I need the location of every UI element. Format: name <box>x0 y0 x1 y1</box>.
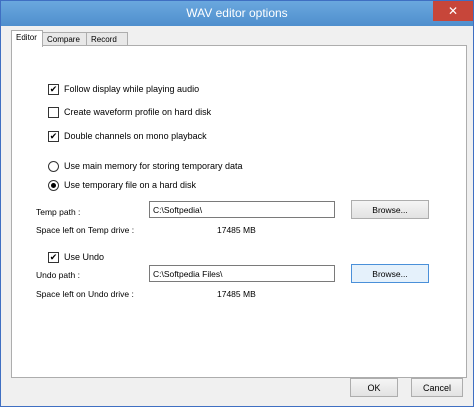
title-bar[interactable]: WAV editor options ✕ <box>1 1 473 26</box>
checkmark-icon: ✔ <box>49 83 58 94</box>
waveform-profile-label: Create waveform profile on hard disk <box>64 107 212 117</box>
temp-space-label: Space left on Temp drive : <box>36 225 135 235</box>
follow-display-label: Follow display while playing audio <box>64 84 200 94</box>
use-undo-option[interactable]: ✔ Use Undo <box>48 250 104 264</box>
temp-file-option[interactable]: Use temporary file on a hard disk <box>48 178 196 192</box>
temp-file-label: Use temporary file on a hard disk <box>64 180 197 190</box>
temp-space-value: 17485 MB <box>217 225 256 235</box>
waveform-profile-checkbox[interactable] <box>48 106 59 118</box>
follow-display-option[interactable]: ✔ Follow display while playing audio <box>48 82 199 96</box>
tab-editor[interactable]: Editor <box>11 30 43 47</box>
window-title: WAV editor options <box>186 6 288 20</box>
radio-selected-dot <box>51 182 56 188</box>
tab-compare[interactable]: Compare <box>42 32 87 46</box>
temp-file-radio[interactable] <box>48 179 59 191</box>
undo-space-label: Space left on Undo drive : <box>36 289 134 299</box>
undo-path-input[interactable] <box>149 265 335 282</box>
undo-space-value: 17485 MB <box>217 289 256 299</box>
close-icon: ✕ <box>447 4 459 18</box>
undo-path-label: Undo path : <box>36 270 80 280</box>
checkmark-icon: ✔ <box>49 251 58 262</box>
dialog-window: WAV editor options ✕ Editor Compare Reco… <box>0 0 474 407</box>
close-button[interactable]: ✕ <box>433 1 473 21</box>
main-memory-label: Use main memory for storing temporary da… <box>64 161 243 171</box>
double-channels-option[interactable]: ✔ Double channels on mono playback <box>48 129 207 143</box>
follow-display-checkbox[interactable]: ✔ <box>48 83 59 95</box>
double-channels-checkbox[interactable]: ✔ <box>48 130 59 142</box>
double-channels-label: Double channels on mono playback <box>64 131 207 141</box>
dialog-body: Editor Compare Record ✔ Follow display w… <box>6 26 468 398</box>
temp-path-label: Temp path : <box>36 207 81 217</box>
cancel-button[interactable]: Cancel <box>411 378 463 397</box>
ok-button[interactable]: OK <box>350 378 398 397</box>
use-undo-checkbox[interactable]: ✔ <box>48 251 59 263</box>
editor-tab-panel: ✔ Follow display while playing audio Cre… <box>11 45 467 378</box>
waveform-profile-option[interactable]: Create waveform profile on hard disk <box>48 105 211 119</box>
temp-browse-button[interactable]: Browse... <box>351 200 429 219</box>
checkmark-icon: ✔ <box>49 130 58 141</box>
main-memory-radio[interactable] <box>48 160 59 172</box>
tab-record[interactable]: Record <box>86 32 128 46</box>
temp-path-input[interactable] <box>149 201 335 218</box>
use-undo-label: Use Undo <box>64 252 105 262</box>
main-memory-option[interactable]: Use main memory for storing temporary da… <box>48 159 243 173</box>
undo-browse-button[interactable]: Browse... <box>351 264 429 283</box>
